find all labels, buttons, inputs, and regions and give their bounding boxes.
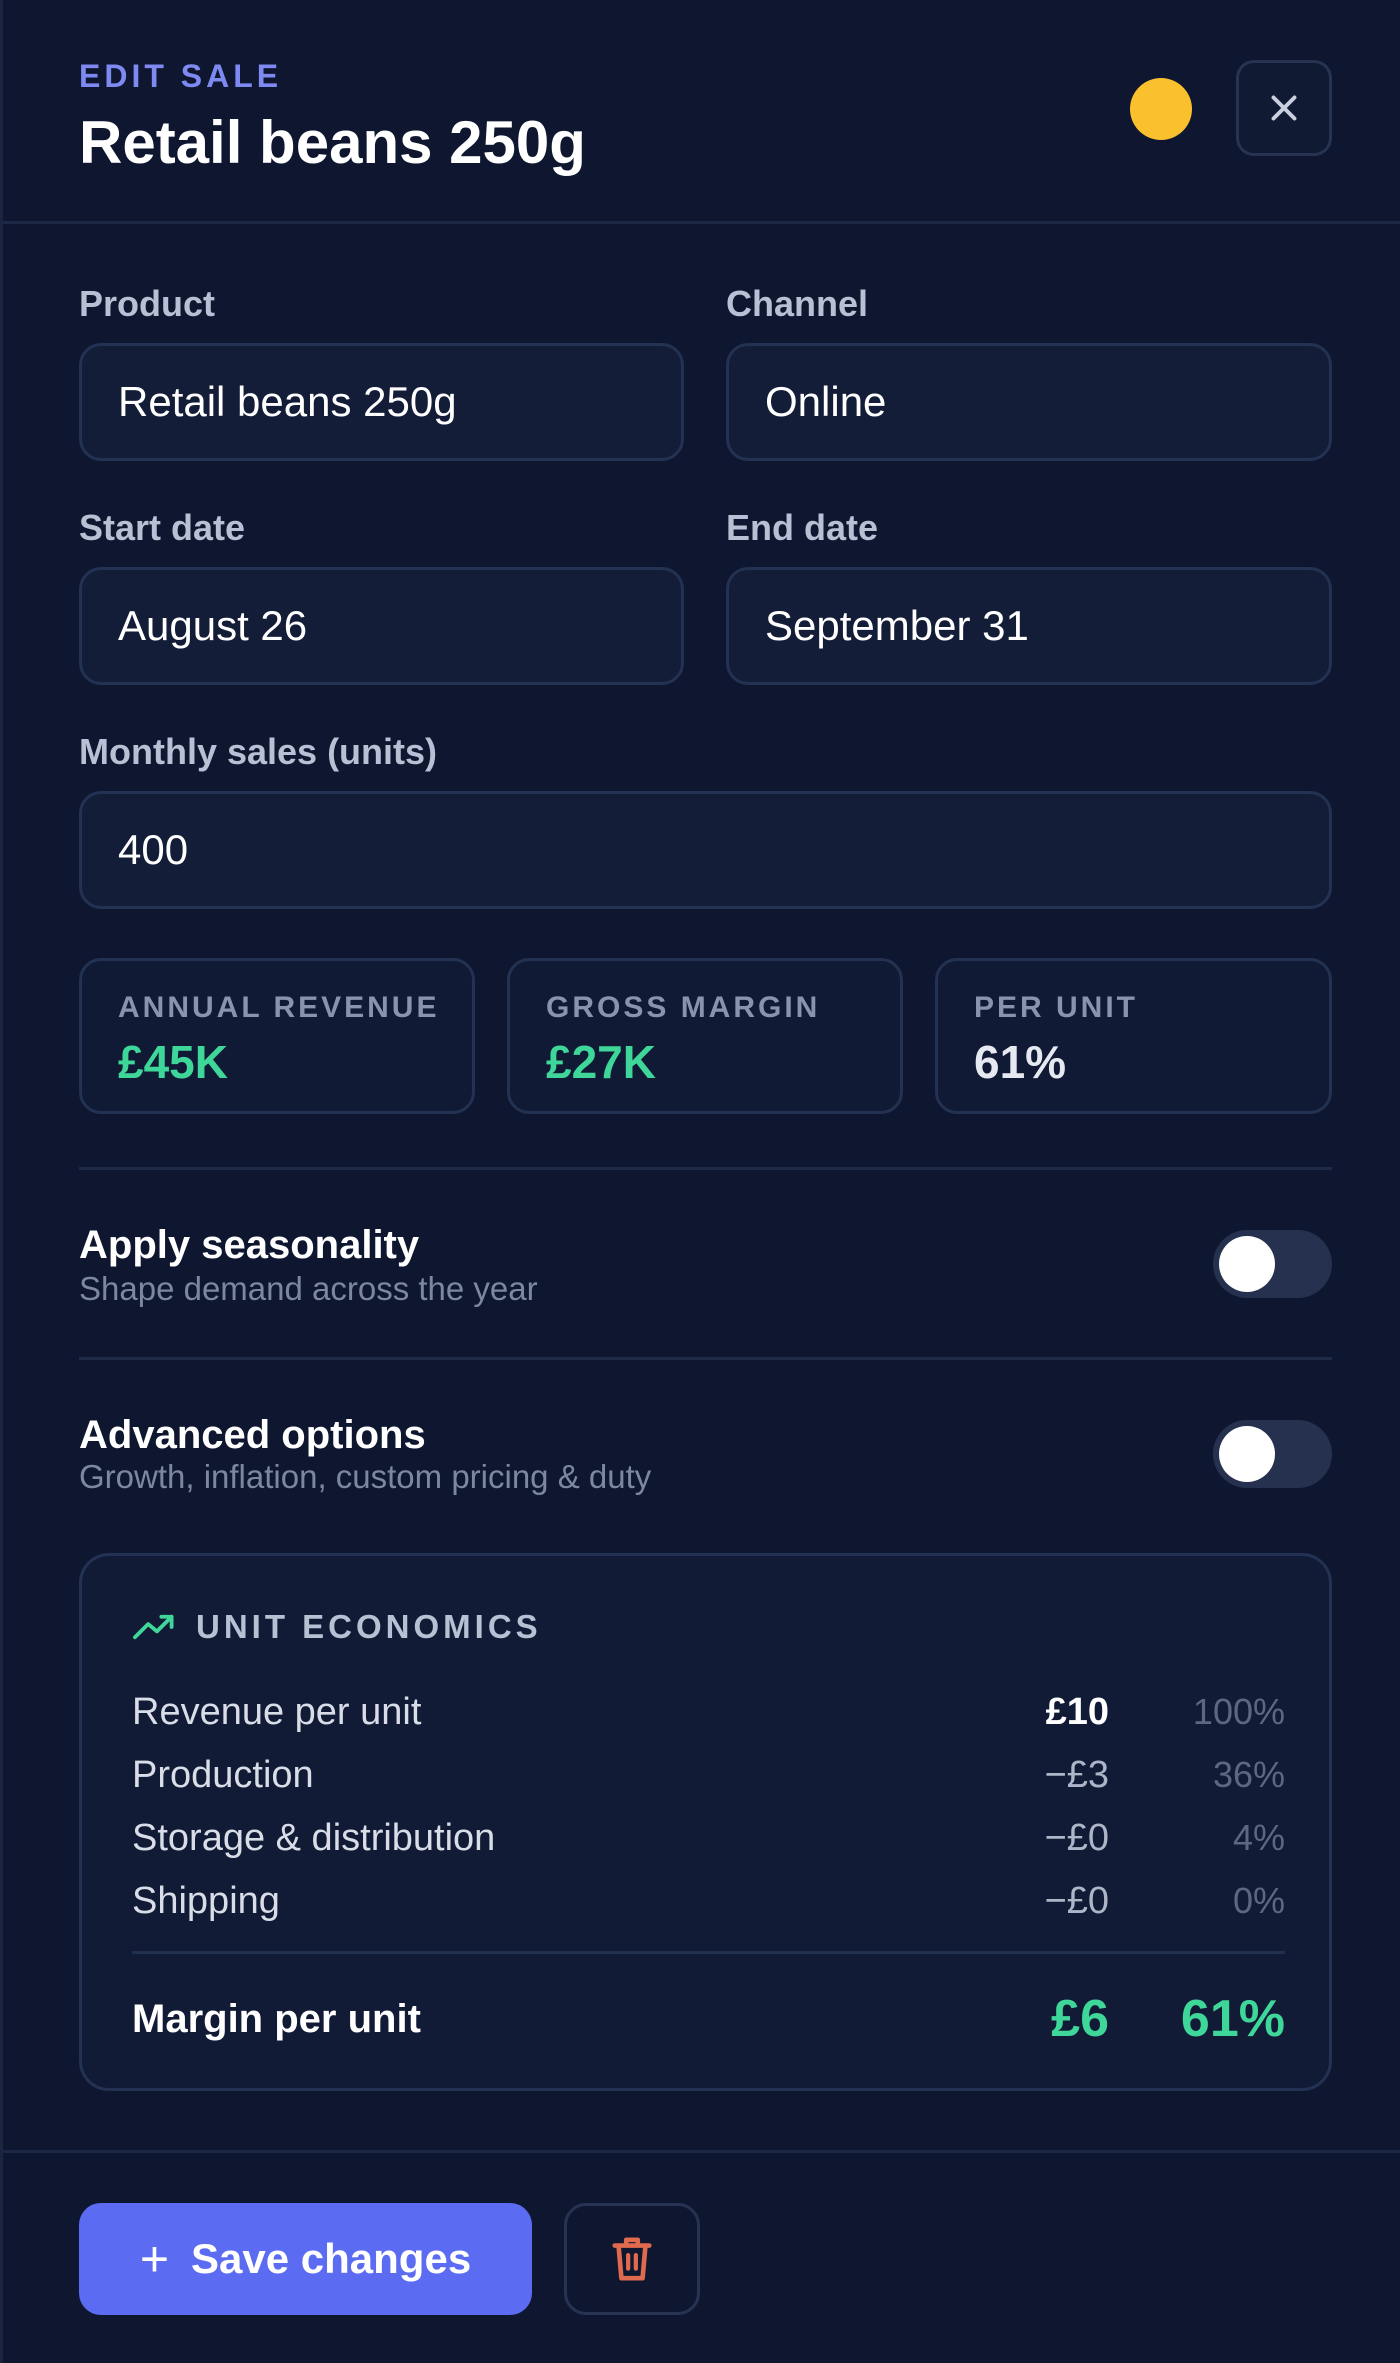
end-date-label: End date: [726, 507, 879, 548]
monthly-sales-input[interactable]: 400: [79, 791, 1332, 909]
advanced-options-title: Advanced options: [79, 1413, 426, 1457]
econ-row-percent: 100%: [1192, 1691, 1285, 1732]
margin-per-unit-amount: £6: [1051, 1990, 1109, 2048]
advanced-options-subtitle: Growth, inflation, custom pricing & duty: [79, 1458, 652, 1495]
channel-label: Channel: [726, 283, 869, 324]
margin-per-unit-percent: 61%: [1180, 1990, 1285, 2048]
econ-row-amount: −£0: [1044, 1880, 1109, 1922]
channel-select[interactable]: Online: [726, 343, 1332, 461]
save-button[interactable]: + Save changes: [79, 2203, 532, 2315]
channel-value: Online: [765, 378, 887, 425]
stat-value: £45K: [118, 1036, 228, 1088]
stat-label: GROSS MARGIN: [546, 991, 821, 1024]
econ-row: Storage & distribution −£0 4%: [132, 1817, 1285, 1867]
seasonality-title: Apply seasonality: [79, 1223, 420, 1267]
save-button-label: Save changes: [191, 2235, 472, 2282]
econ-row: Shipping −£0 0%: [132, 1880, 1285, 1930]
status-indicator[interactable]: [1130, 78, 1192, 140]
trash-icon: [612, 2237, 652, 2281]
econ-row-percent: 36%: [1212, 1754, 1285, 1795]
toggle-knob: [1219, 1426, 1275, 1482]
stat-label: ANNUAL REVENUE: [118, 991, 440, 1024]
product-value: Retail beans 250g: [118, 378, 457, 425]
end-date-field[interactable]: September 31: [726, 567, 1332, 685]
econ-row-amount: £10: [1045, 1691, 1109, 1733]
panel-eyebrow: EDIT SALE: [79, 58, 283, 94]
close-button[interactable]: [1236, 60, 1332, 156]
product-label: Product: [79, 283, 216, 324]
unit-economics-card: UNIT ECONOMICS Revenue per unit £10 100%…: [79, 1553, 1332, 2091]
econ-row: Revenue per unit £10 100%: [132, 1691, 1285, 1741]
divider: [79, 1167, 1332, 1170]
delete-button[interactable]: [564, 2203, 700, 2315]
monthly-sales-value: 400: [118, 826, 189, 873]
seasonality-subtitle: Shape demand across the year: [79, 1270, 538, 1307]
start-date-field[interactable]: August 26: [79, 567, 684, 685]
unit-economics-title: UNIT ECONOMICS: [196, 1608, 542, 1645]
econ-row-name: Revenue per unit: [132, 1691, 422, 1733]
stat-card-annual-revenue: ANNUAL REVENUE £45K: [79, 958, 475, 1114]
panel-header: EDIT SALE Retail beans 250g: [3, 0, 1400, 224]
monthly-sales-label: Monthly sales (units): [79, 731, 438, 772]
trending-up-icon: [133, 1614, 174, 1640]
advanced-options-toggle[interactable]: [1213, 1420, 1332, 1488]
stat-value: £27K: [546, 1036, 656, 1088]
margin-per-unit-label: Margin per unit: [132, 1997, 421, 2041]
econ-row-name: Storage & distribution: [132, 1817, 496, 1859]
econ-row-amount: −£0: [1044, 1817, 1109, 1859]
seasonality-toggle[interactable]: [1213, 1230, 1332, 1298]
econ-row: Production −£3 36%: [132, 1754, 1285, 1804]
close-icon: [1271, 95, 1297, 121]
footer-divider: [3, 2150, 1400, 2153]
edit-sale-panel: EDIT SALE Retail beans 250g Product Reta…: [0, 0, 1400, 2363]
page-title: Retail beans 250g: [79, 109, 586, 176]
stat-value: 61%: [974, 1036, 1067, 1088]
econ-row-amount: −£3: [1044, 1754, 1109, 1796]
margin-per-unit-row: Margin per unit £6 61%: [132, 1989, 1285, 2053]
product-input[interactable]: Retail beans 250g: [79, 343, 684, 461]
stat-card-gross-margin: GROSS MARGIN £27K: [507, 958, 903, 1114]
plus-icon: +: [139, 2231, 170, 2287]
econ-divider: [132, 1951, 1285, 1954]
unit-economics-header: UNIT ECONOMICS: [132, 1608, 542, 1646]
stat-card-per-unit: PER UNIT 61%: [935, 958, 1332, 1114]
end-date-value: September 31: [765, 602, 1029, 649]
stat-label: PER UNIT: [974, 991, 1139, 1024]
econ-row-percent: 4%: [1232, 1817, 1285, 1858]
start-date-label: Start date: [79, 507, 246, 548]
toggle-knob: [1219, 1236, 1275, 1292]
econ-row-name: Shipping: [132, 1880, 280, 1922]
econ-row-percent: 0%: [1232, 1880, 1285, 1921]
divider: [79, 1357, 1332, 1360]
econ-row-name: Production: [132, 1754, 314, 1796]
start-date-value: August 26: [118, 602, 308, 649]
